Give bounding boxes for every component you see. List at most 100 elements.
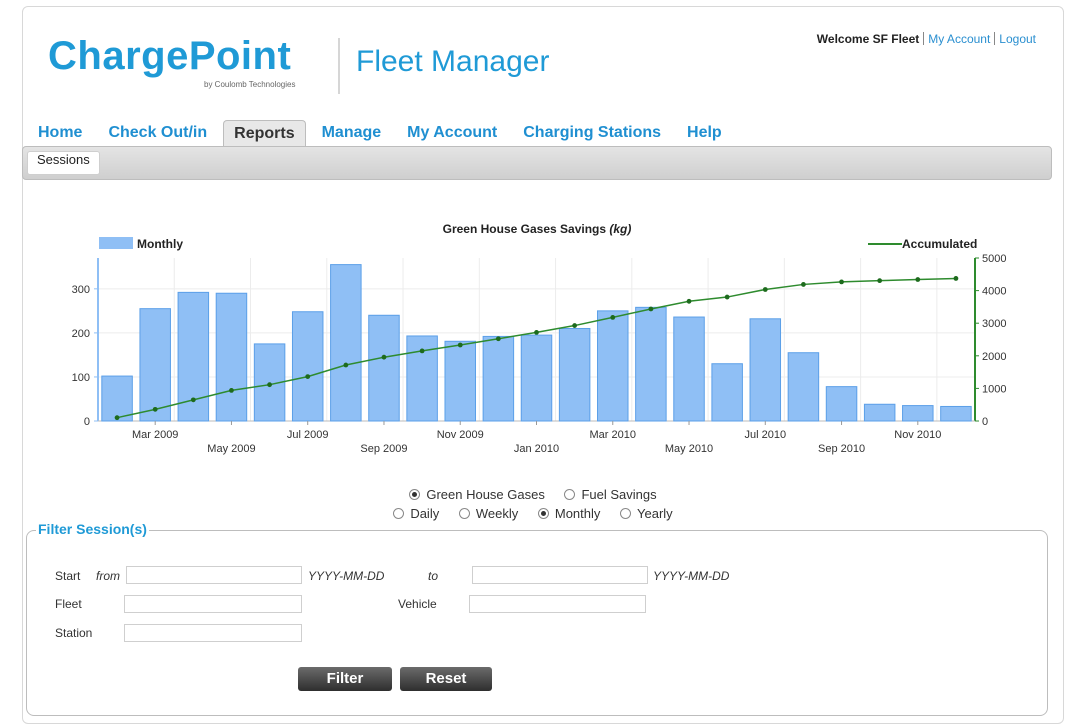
radio-label: Monthly [554,506,601,521]
start-to-input[interactable] [472,566,648,584]
radio-label: Fuel Savings [581,487,657,502]
point-accumulated [953,276,959,281]
from-label: from [96,569,120,583]
tab-help[interactable]: Help [677,120,732,146]
chargepoint-logo[interactable]: ChargePoint by Coulomb Technologies [36,28,336,98]
y-right-tick-label: 0 [982,416,988,428]
point-accumulated [381,354,387,360]
chart-title-text: Green House Gases Savings [443,222,610,236]
logout-link[interactable]: Logout [999,32,1036,46]
y-right-tick-label: 4000 [982,286,1006,298]
point-accumulated [724,294,730,300]
bar-monthly [368,314,400,422]
radio-dot [458,508,470,519]
to-label: to [428,569,439,583]
bar-monthly [673,316,705,422]
logo-subtext: by Coulomb Technologies [204,80,296,89]
bar-monthly [520,334,553,422]
y-right-tick-label: 1000 [982,383,1006,395]
radio-dot [409,489,421,500]
fleet-input[interactable] [124,595,302,613]
bar-monthly [749,318,782,422]
point-accumulated [686,298,692,304]
radio-label: Daily [410,506,440,521]
vehicle-label: Vehicle [398,597,437,611]
legend-swatch-monthly [99,237,133,249]
main-nav: Home Check Out/in Reports Manage My Acco… [28,120,738,146]
product-name: Fleet Manager [356,45,550,78]
x-tick-label: Jan 2010 [514,443,559,455]
vehicle-input[interactable] [469,595,646,613]
separator [923,32,925,45]
tab-reports[interactable]: Reports [223,120,306,146]
radio-daily[interactable]: Daily [393,506,439,521]
bar-monthly [902,405,934,422]
point-accumulated [801,282,806,287]
bar-monthly [558,327,591,422]
tab-check-out-in[interactable]: Check Out/in [98,120,217,146]
bar-monthly [101,375,133,422]
reset-button[interactable]: Reset [400,667,492,691]
fleet-label: Fleet [55,597,82,611]
bar-monthly [825,386,858,422]
radio-dot [620,508,632,519]
point-accumulated [877,278,883,284]
point-accumulated [457,342,463,348]
y-left-tick-label: 100 [72,372,90,384]
user-bar: Welcome SF Fleet My Account Logout [817,32,1036,46]
y-left-tick-label: 300 [72,284,90,296]
radio-fuel-savings[interactable]: Fuel Savings [564,487,657,502]
bar-monthly [444,340,476,422]
tab-home[interactable]: Home [28,120,92,146]
point-accumulated [305,374,311,379]
point-accumulated [495,336,501,342]
x-tick-label: May 2010 [665,443,713,455]
y-left-tick-label: 0 [84,416,90,428]
filter-sessions-panel [26,530,1048,716]
station-input[interactable] [124,624,302,642]
filter-sessions-legend: Filter Session(s) [36,521,149,537]
bar-monthly [215,292,248,422]
point-accumulated [152,406,158,412]
bar-monthly [863,403,896,422]
station-label: Station [55,626,93,640]
bar-monthly [787,352,820,422]
bar-monthly [635,306,667,422]
sub-nav-bar: Sessions [22,146,1052,180]
point-accumulated [343,362,349,368]
radio-label: Green House Gases [426,487,545,502]
y-right-tick-label: 5000 [982,253,1006,265]
radio-weekly[interactable]: Weekly [458,506,518,521]
x-tick-label: Mar 2009 [132,429,178,441]
tab-my-account[interactable]: My Account [397,120,507,146]
radio-green-house-gases[interactable]: Green House Gases [409,487,545,502]
point-accumulated [229,387,234,393]
tab-charging-stations[interactable]: Charging Stations [513,120,671,146]
radio-yearly[interactable]: Yearly [620,506,673,521]
separator [994,32,996,45]
point-accumulated [610,314,616,320]
x-tick-label: Nov 2009 [437,429,484,441]
filter-button[interactable]: Filter [298,667,392,691]
tab-manage[interactable]: Manage [312,120,392,146]
legend-label-accumulated: Accumulated [902,237,977,251]
radio-monthly[interactable]: Monthly [537,506,601,521]
x-tick-label: Nov 2010 [894,429,941,441]
start-from-input[interactable] [126,566,302,584]
point-accumulated [572,323,578,328]
y-right-tick-label: 3000 [982,318,1006,330]
y-right-tick-label: 2000 [982,351,1006,363]
radio-label: Yearly [637,506,673,521]
y-left-tick-label: 200 [72,328,90,340]
radio-dot [393,508,405,519]
point-accumulated [267,382,272,388]
subtab-sessions[interactable]: Sessions [27,151,100,175]
logo-text: ChargePoint [48,34,292,78]
my-account-link[interactable]: My Account [928,32,990,46]
legend-label-monthly: Monthly [137,237,183,251]
bar-monthly [597,310,629,422]
period-radio-group: Daily Weekly Monthly Yearly [0,506,1066,522]
x-tick-label: May 2009 [207,443,255,455]
point-accumulated [648,306,654,312]
x-tick-label: Mar 2010 [590,429,636,441]
